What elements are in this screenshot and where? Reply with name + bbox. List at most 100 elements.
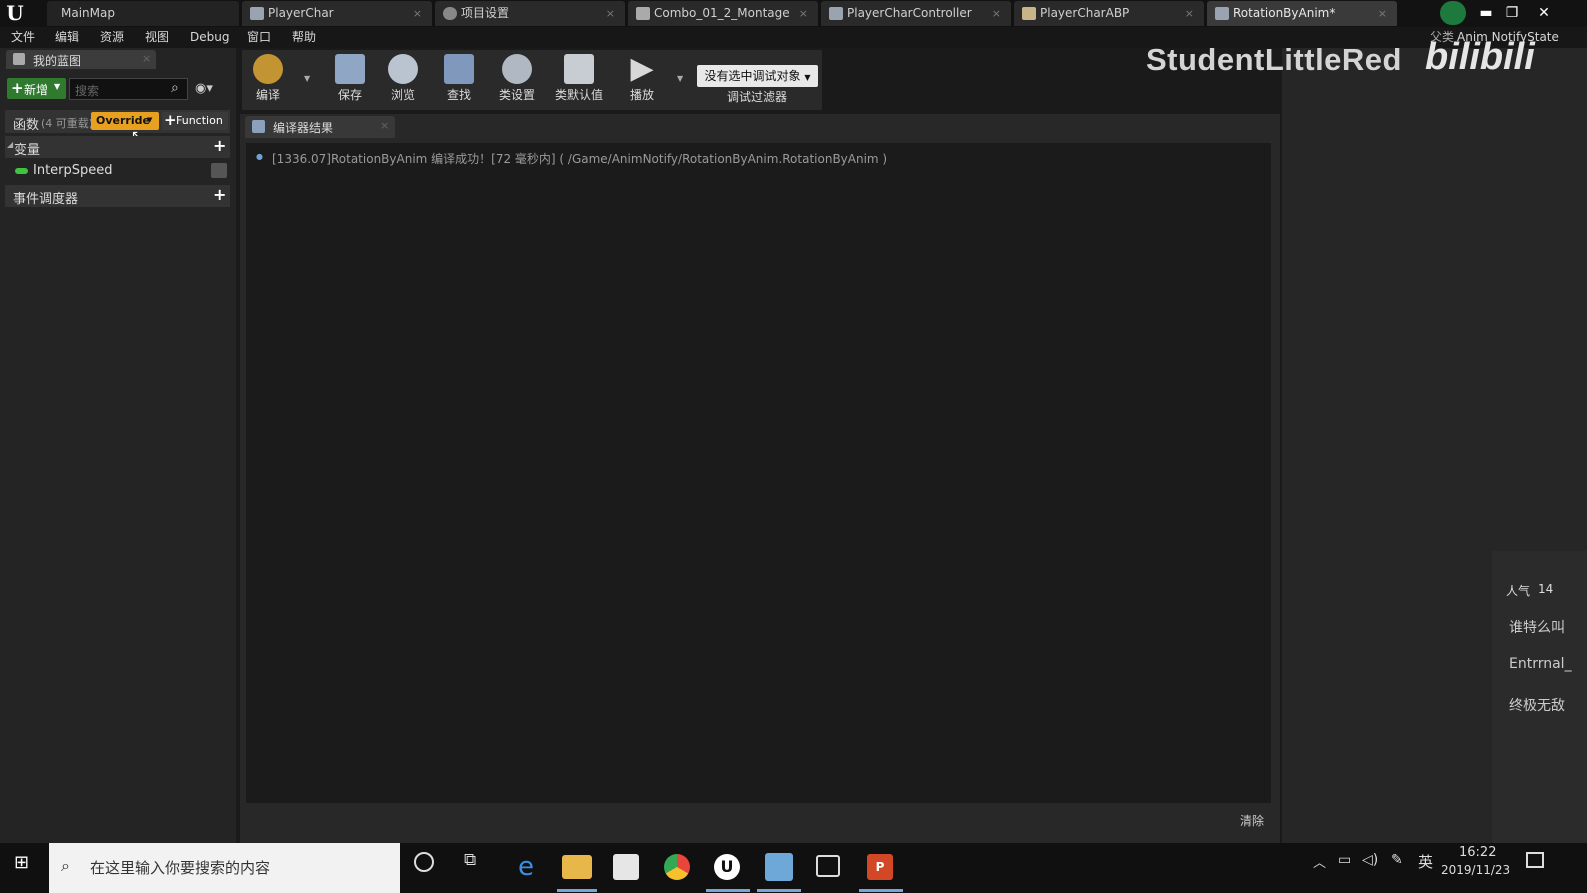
tab-rotationbyanim[interactable]: RotationByAnim* × <box>1207 1 1397 26</box>
functions-label: 函数 <box>13 118 40 133</box>
cortana-icon[interactable] <box>414 852 434 872</box>
my-blueprint-tab[interactable]: 我的蓝图 × <box>6 50 156 69</box>
store-icon[interactable] <box>613 854 639 880</box>
task-view-icon[interactable]: ⧉ <box>464 850 476 870</box>
class-defaults-button[interactable]: 类默认值 <box>550 50 608 110</box>
chevron-down-icon: ▼ <box>54 82 61 91</box>
gear-icon <box>443 7 457 20</box>
blueprint-icon <box>13 53 25 65</box>
plus-icon: + <box>11 79 24 97</box>
blueprint-icon <box>250 7 264 20</box>
pen-icon[interactable]: ✎ <box>1391 852 1403 868</box>
save-button[interactable]: 保存 <box>324 50 376 110</box>
tab-playercharcontroller[interactable]: PlayerCharController × <box>821 1 1011 26</box>
class-settings-button[interactable]: 类设置 <box>491 50 543 110</box>
menu-asset[interactable]: 资源 <box>100 27 124 48</box>
menu-edit[interactable]: 编辑 <box>55 27 79 48</box>
info-bullet-icon: ● <box>256 152 263 161</box>
collapse-triangle-icon[interactable]: ◢ <box>7 140 13 149</box>
class-defaults-label: 类默认值 <box>554 88 603 102</box>
network-icon[interactable]: ▭ <box>1338 852 1351 868</box>
powerpoint-icon[interactable]: P <box>867 854 893 880</box>
menu-debug[interactable]: Debug <box>190 27 229 48</box>
tab-label: PlayerCharController <box>847 6 972 20</box>
input-language-indicator[interactable]: 英 <box>1418 851 1433 872</box>
app-icon[interactable] <box>765 853 793 881</box>
clock-date[interactable]: 2019/11/23 <box>1441 863 1510 877</box>
chat-message: 终极无敌 <box>1509 698 1565 714</box>
compile-gear-icon <box>253 54 283 84</box>
close-icon[interactable]: × <box>413 1 422 26</box>
visibility-eye-icon[interactable]: ◉▾ <box>195 81 223 96</box>
override-dropdown[interactable]: Override ▼ <box>91 112 159 130</box>
chevron-up-icon[interactable]: ︿ <box>1313 852 1326 871</box>
tab-playercharabp[interactable]: PlayerCharABP × <box>1014 1 1204 26</box>
class-settings-label: 类设置 <box>498 88 535 102</box>
play-icon: ▶ <box>630 51 654 86</box>
unreal-logo-icon[interactable]: U <box>4 2 26 24</box>
active-indicator <box>557 889 597 892</box>
unreal-engine-icon[interactable]: U <box>714 854 740 880</box>
clear-button[interactable]: 清除 <box>1240 812 1264 829</box>
play-label: 播放 <box>629 88 654 102</box>
add-variable-button[interactable]: + <box>213 136 226 155</box>
title-bar: U MainMap PlayerChar × 项目设置 × Combo_01_2… <box>0 0 1587 27</box>
compiler-results-tab[interactable]: 编译器结果 × <box>245 116 395 138</box>
menu-help[interactable]: 帮助 <box>292 27 316 48</box>
menu-view[interactable]: 视图 <box>145 27 169 48</box>
compiler-log[interactable]: ● [1336.07]RotationByAnim 编译成功！[72 毫秒内] … <box>246 143 1271 803</box>
close-icon[interactable]: × <box>142 52 151 65</box>
menu-file[interactable]: 文件 <box>11 27 35 48</box>
panel-title: 我的蓝图 <box>33 54 82 68</box>
magnifier-icon <box>388 54 418 84</box>
play-button[interactable]: ▶ 播放 <box>616 50 668 110</box>
close-icon[interactable]: × <box>380 119 389 132</box>
live-chat-panel: 人气 14 谁特么叫 Entrrnal_ 终极无敌 <box>1492 551 1587 843</box>
menu-window[interactable]: 窗口 <box>247 27 271 48</box>
tab-montage[interactable]: Combo_01_2_Montage × <box>628 1 818 26</box>
event-dispatchers-label: 事件调度器 <box>13 192 79 207</box>
debug-object-value: 没有选中调试对象 <box>704 69 801 83</box>
play-options-chevron-icon[interactable]: ▼ <box>677 74 683 83</box>
close-icon[interactable]: × <box>606 1 615 26</box>
volume-icon[interactable]: ◁) <box>1362 852 1378 868</box>
taskbar-search-input[interactable]: ⌕ 在这里输入你要搜索的内容 <box>49 843 400 893</box>
search-input[interactable]: 搜索 ⌕ <box>69 78 188 100</box>
clock-time[interactable]: 16:22 <box>1459 845 1496 860</box>
debug-object-select[interactable]: 没有选中调试对象 ▼ <box>697 65 818 87</box>
browse-button[interactable]: 浏览 <box>377 50 429 110</box>
tab-project-settings[interactable]: 项目设置 × <box>435 1 625 26</box>
browse-label: 浏览 <box>390 88 415 102</box>
tab-mainmap[interactable]: MainMap <box>47 1 239 26</box>
file-explorer-icon[interactable] <box>562 855 592 879</box>
add-function-button[interactable]: + Function <box>162 111 228 130</box>
add-event-dispatcher-button[interactable]: + <box>213 185 226 204</box>
maximize-button[interactable]: ❐ <box>1498 2 1526 24</box>
close-icon[interactable]: × <box>1378 1 1387 26</box>
close-window-button[interactable]: ✕ <box>1530 2 1558 24</box>
add-new-button[interactable]: + 新增 ▼ <box>7 78 66 99</box>
compile-button[interactable]: 编译 <box>242 50 294 110</box>
checklist-icon <box>564 54 594 84</box>
float-pin-icon <box>15 168 28 174</box>
windows-start-icon[interactable]: ⊞ <box>14 853 34 873</box>
tab-label: RotationByAnim* <box>1233 6 1336 20</box>
variable-item[interactable]: InterpSpeed <box>5 161 230 182</box>
tab-playerchar[interactable]: PlayerChar × <box>242 1 432 26</box>
notification-center-icon[interactable] <box>1526 852 1544 868</box>
close-icon[interactable]: × <box>799 1 808 26</box>
compile-options-chevron-icon[interactable]: ▼ <box>304 74 310 83</box>
close-icon[interactable]: × <box>1185 1 1194 26</box>
close-icon[interactable]: × <box>992 1 1001 26</box>
event-dispatchers-section[interactable]: 事件调度器 + <box>5 185 230 207</box>
find-button[interactable]: 查找 <box>433 50 485 110</box>
visibility-eye-icon[interactable] <box>211 163 227 178</box>
minimize-button[interactable]: ▬ <box>1472 2 1500 24</box>
variables-section[interactable]: ◢ 变量 + <box>5 136 230 158</box>
edge-browser-icon[interactable]: e <box>511 852 541 882</box>
log-message[interactable]: [1336.07]RotationByAnim 编译成功！[72 毫秒内] ( … <box>272 150 887 167</box>
chrome-icon[interactable] <box>664 854 690 880</box>
compiler-results-icon <box>252 120 265 133</box>
sketch-app-icon[interactable] <box>816 855 840 877</box>
source-control-icon[interactable] <box>1440 1 1466 25</box>
